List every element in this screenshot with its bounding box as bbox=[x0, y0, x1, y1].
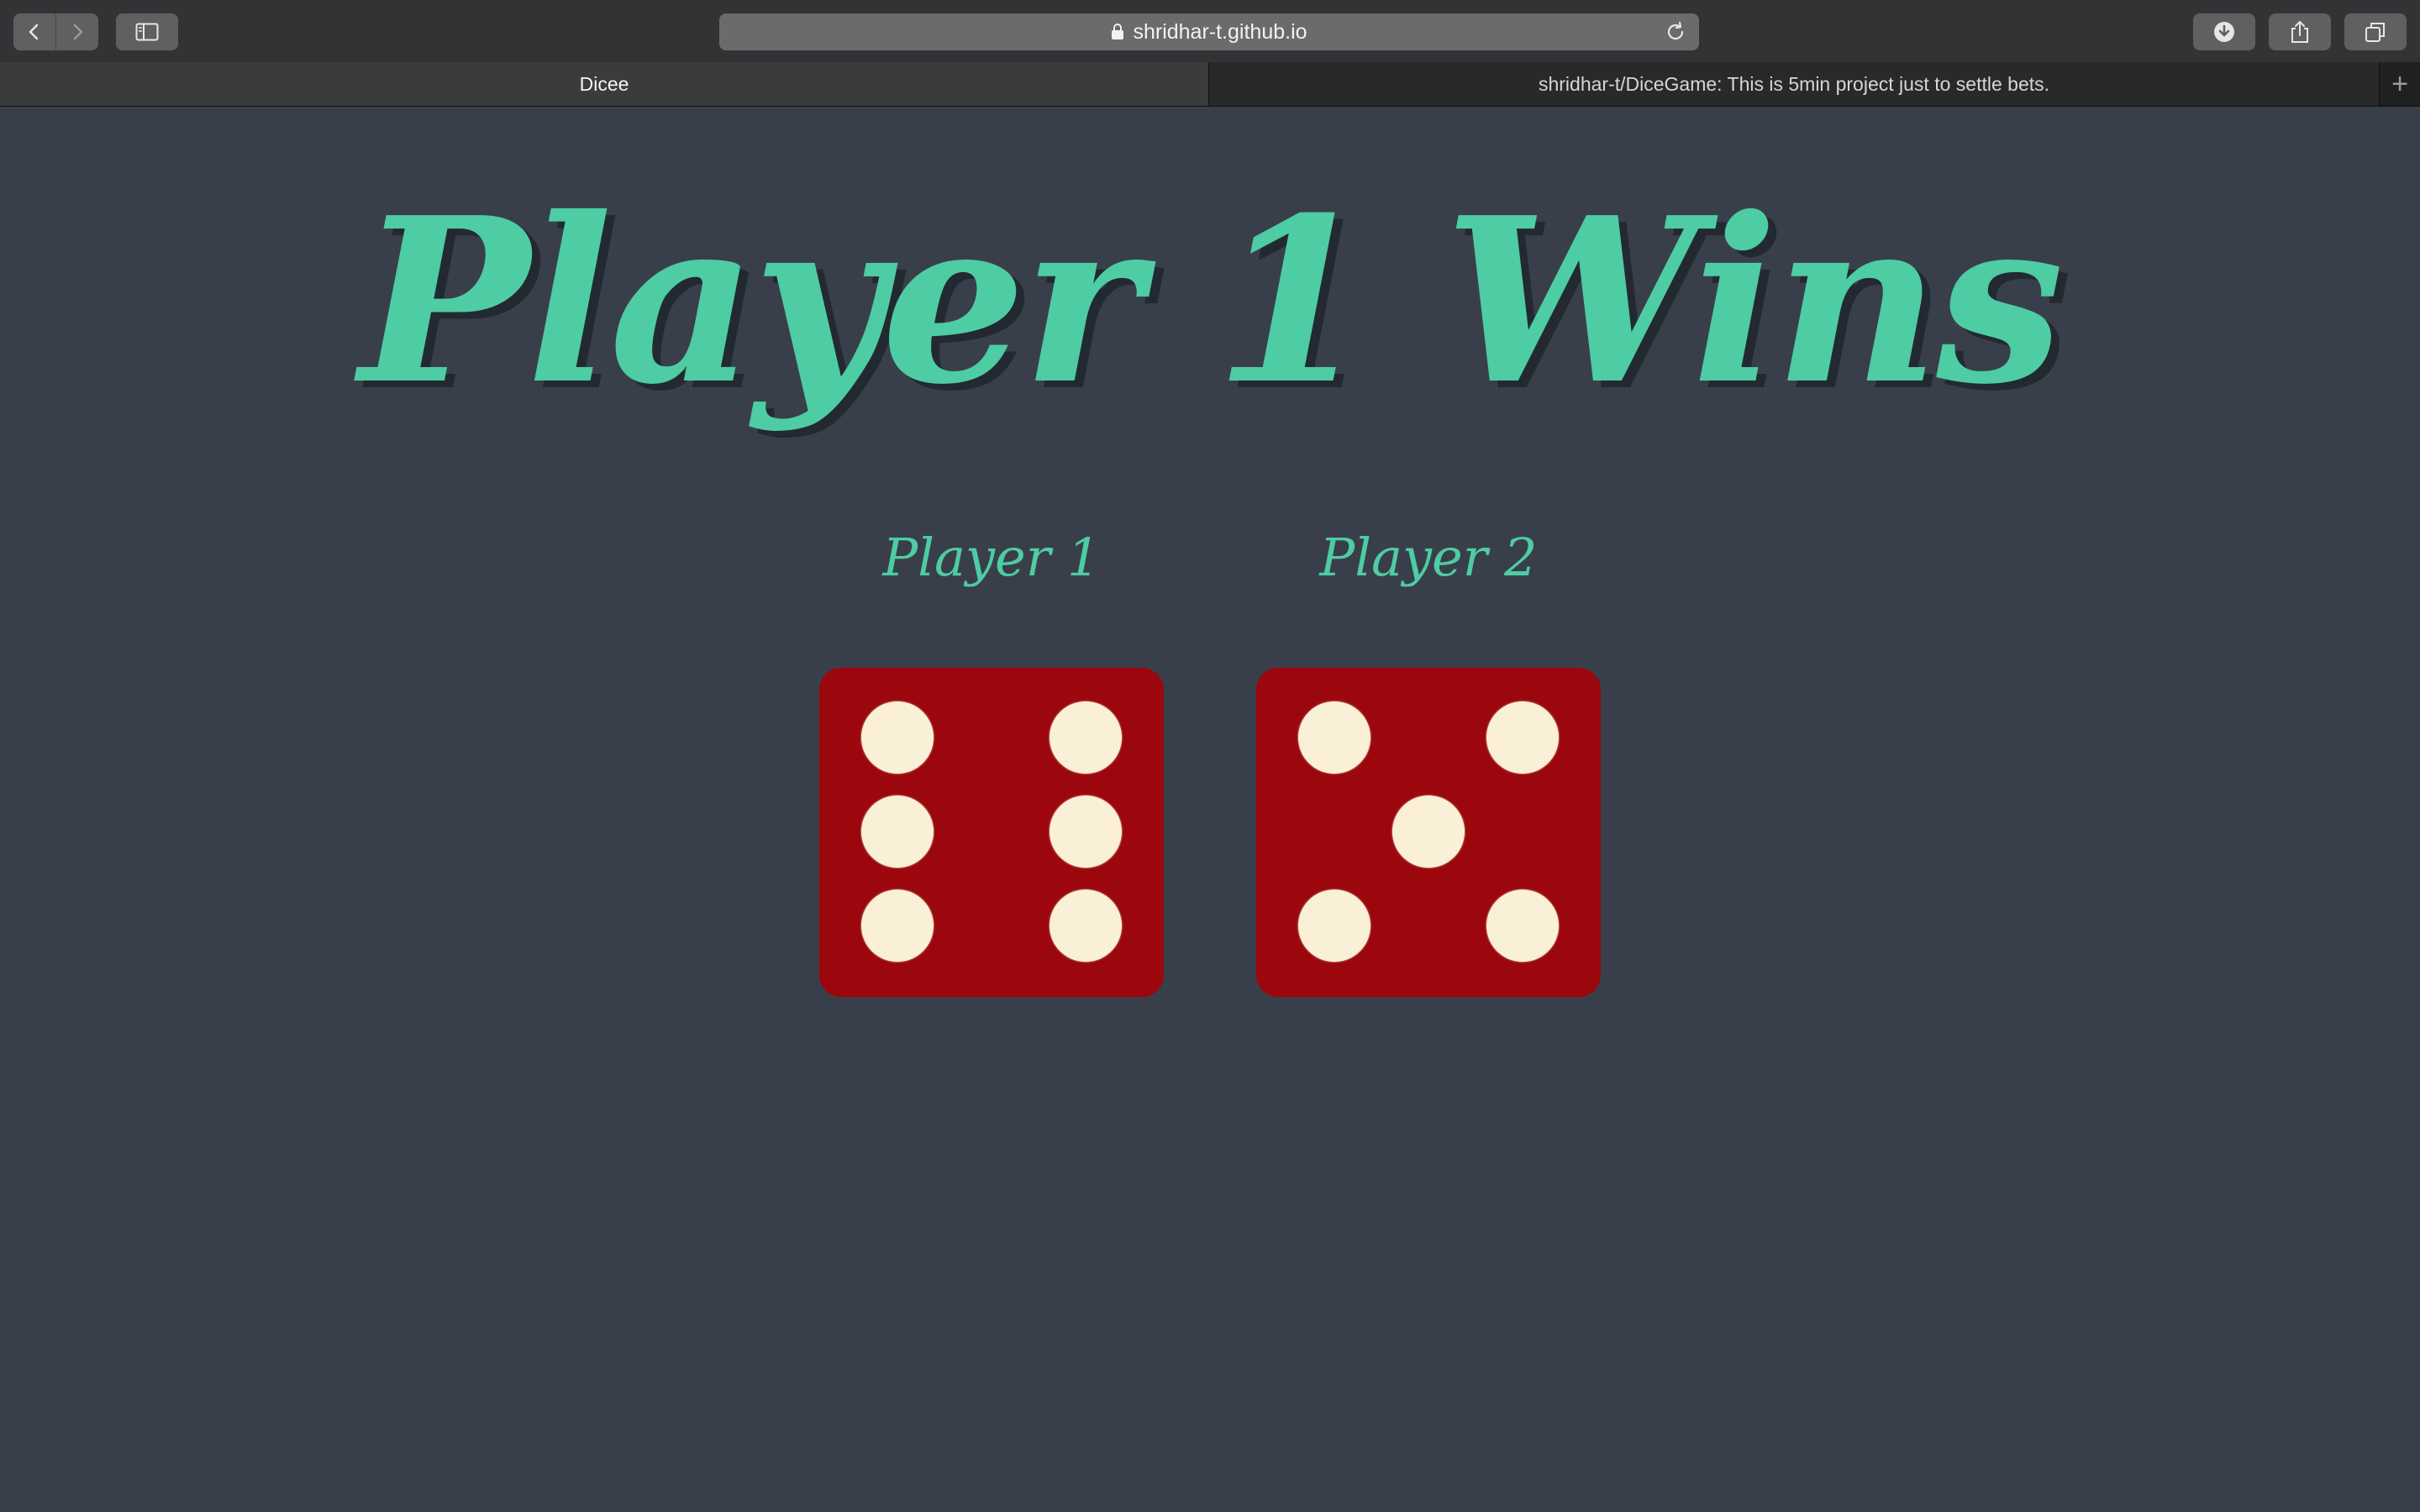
die-pip bbox=[1486, 701, 1559, 774]
player-2-die bbox=[1256, 668, 1601, 997]
address-bar[interactable]: shridhar-t.github.io bbox=[719, 13, 1699, 50]
die-pip bbox=[1298, 890, 1370, 962]
die-pip bbox=[861, 795, 934, 868]
share-button[interactable] bbox=[2269, 13, 2331, 50]
share-icon bbox=[2291, 21, 2308, 43]
tab-overview-button[interactable] bbox=[2344, 13, 2407, 50]
back-button[interactable] bbox=[13, 13, 56, 50]
tab-label: shridhar-t/DiceGame: This is 5min projec… bbox=[1538, 72, 2050, 95]
chevron-left-icon bbox=[29, 24, 39, 40]
die-pip bbox=[1050, 795, 1122, 868]
browser-toolbar: shridhar-t.github.io bbox=[0, 0, 2420, 63]
die-pip bbox=[1298, 701, 1370, 774]
player-1-die bbox=[819, 668, 1164, 997]
die-pip bbox=[1050, 701, 1122, 774]
new-tab-button[interactable]: + bbox=[2380, 62, 2420, 106]
sidebar-icon bbox=[135, 23, 159, 41]
die-pip bbox=[861, 701, 934, 774]
sidebar-toggle-button[interactable] bbox=[116, 13, 178, 50]
chevron-right-icon bbox=[73, 24, 83, 40]
player-1-label: Player 1 bbox=[882, 527, 1101, 588]
lock-icon bbox=[1111, 24, 1124, 40]
tab-dicee[interactable]: Dicee bbox=[0, 62, 1209, 106]
plus-icon: + bbox=[2391, 67, 2408, 100]
die-pip bbox=[1486, 890, 1559, 962]
player-2-label: Player 2 bbox=[1319, 527, 1538, 588]
page-content: Player 1 Wins Player 1 Player 2 bbox=[0, 107, 2420, 1512]
result-headline: Player 1 Wins bbox=[359, 167, 2065, 434]
tab-bar: Dicee shridhar-t/DiceGame: This is 5min … bbox=[0, 62, 2420, 107]
die-pip bbox=[1392, 795, 1465, 868]
nav-buttons bbox=[13, 13, 98, 50]
downloads-button[interactable] bbox=[2193, 13, 2255, 50]
die-pip bbox=[1050, 890, 1122, 962]
die-pip bbox=[861, 890, 934, 962]
tab-dicegame-repo[interactable]: shridhar-t/DiceGame: This is 5min projec… bbox=[1209, 62, 2380, 106]
address-text: shridhar-t.github.io bbox=[1133, 19, 1307, 44]
download-icon bbox=[2214, 22, 2234, 42]
reload-icon[interactable] bbox=[1664, 20, 1687, 50]
tab-label: Dicee bbox=[579, 72, 629, 95]
forward-button[interactable] bbox=[56, 13, 98, 50]
tabs-icon bbox=[2365, 23, 2385, 42]
